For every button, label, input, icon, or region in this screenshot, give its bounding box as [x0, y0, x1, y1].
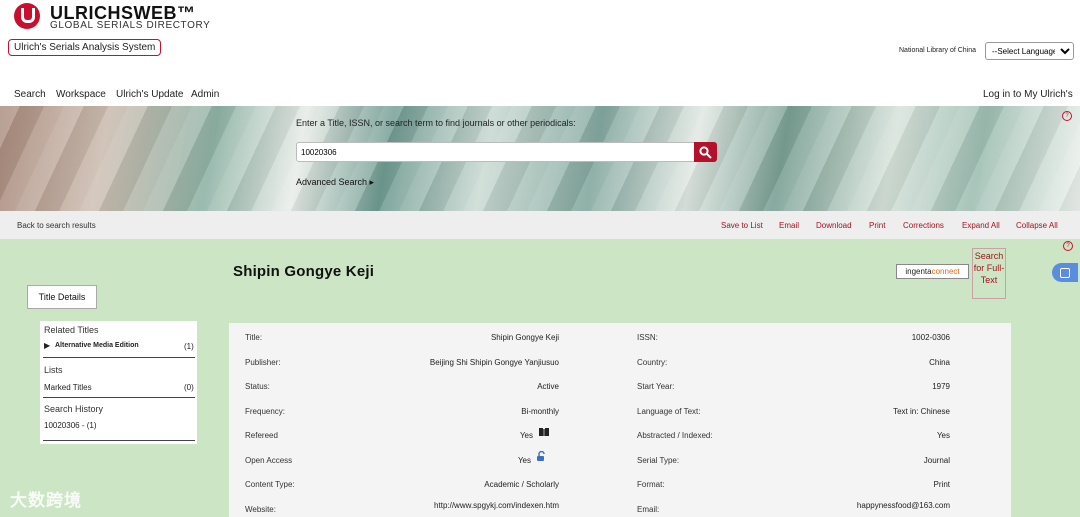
ingenta-text: ingenta — [905, 267, 932, 276]
ulrichsweb-logo-icon[interactable] — [14, 3, 40, 29]
status-value: Active — [537, 382, 559, 391]
language-value: Text in: Chinese — [893, 407, 950, 416]
title-details-area: ? Title Details Related Titles ▶ Alterna… — [0, 239, 1080, 517]
divider — [43, 357, 195, 358]
help-icon[interactable]: ? — [1062, 111, 1072, 121]
format-value: Print — [933, 480, 950, 489]
connect-text: connect — [931, 267, 960, 276]
email-link[interactable]: Email — [779, 221, 799, 230]
search-history-heading: Search History — [44, 404, 104, 414]
website-link[interactable]: http://www.spgykj.com/indexen.htm — [229, 501, 559, 510]
nav-search[interactable]: Search — [14, 89, 46, 100]
save-to-list-link[interactable]: Save to List — [721, 221, 763, 230]
brand-subtitle: GLOBAL SERIALS DIRECTORY — [50, 20, 211, 31]
title-value: Shipin Gongye Keji — [490, 333, 559, 342]
help-icon[interactable]: ? — [1063, 241, 1073, 251]
divider — [43, 440, 195, 441]
search-prompt: Enter a Title, ISSN, or search term to f… — [296, 118, 576, 128]
open-access-value: Yes — [517, 456, 531, 465]
issn-value: 1002-0306 — [911, 333, 950, 342]
alt-media-link[interactable]: Alternative Media Edition — [55, 342, 139, 349]
nav-admin[interactable]: Admin — [191, 89, 219, 100]
title-detail-panel: Title: Shipin Gongye Keji Publisher: Bei… — [229, 323, 1011, 517]
download-link[interactable]: Download — [816, 221, 852, 230]
email-link[interactable]: happynessfood@163.com — [650, 501, 950, 510]
ingenta-connect-logo[interactable]: ingentaconnect — [896, 264, 969, 279]
open-lock-icon — [537, 451, 545, 461]
login-link[interactable]: Log in to My Ulrich's — [983, 89, 1073, 100]
collapse-all-link[interactable]: Collapse All — [1016, 221, 1058, 230]
corrections-link[interactable]: Corrections — [903, 221, 944, 230]
sidebar-panel: Related Titles ▶ Alternative Media Editi… — [40, 321, 197, 444]
advanced-search-link[interactable]: Advanced Search ▸ — [296, 177, 374, 188]
library-name: National Library of China — [899, 47, 977, 54]
system-badge[interactable]: Ulrich's Serials Analysis System — [8, 39, 162, 56]
marked-titles-count: (0) — [184, 383, 194, 392]
back-to-results-link[interactable]: Back to search results — [17, 221, 96, 230]
search-input[interactable] — [296, 142, 699, 162]
marked-titles-link[interactable]: Marked Titles — [44, 383, 92, 392]
country-value: China — [929, 358, 950, 367]
refereed-value: Yes — [519, 431, 533, 440]
search-banner: Enter a Title, ISSN, or search term to f… — [0, 106, 1080, 211]
serial-type-value: Journal — [923, 456, 950, 465]
start-year-value: 1979 — [932, 382, 950, 391]
lists-heading: Lists — [44, 365, 63, 375]
journal-title: Shipin Gongye Keji — [233, 263, 375, 280]
refereed-book-icon — [539, 428, 549, 436]
nav-workspace[interactable]: Workspace — [56, 89, 106, 100]
language-select[interactable]: --Select Language-- — [985, 42, 1074, 60]
publisher-value: Beijing Shi Shipin Gongye Yanjiusuo — [429, 358, 559, 367]
alt-media-count: (1) — [184, 342, 194, 351]
related-titles-heading: Related Titles — [44, 325, 99, 335]
search-full-text-button[interactable]: Search for Full-Text — [972, 248, 1006, 299]
frequency-value: Bi-monthly — [521, 407, 559, 416]
search-button[interactable] — [694, 142, 717, 162]
abstracted-value[interactable]: Yes — [650, 431, 950, 440]
print-link[interactable]: Print — [869, 221, 885, 230]
alt-media-expand-icon[interactable]: ▶ — [44, 341, 50, 350]
search-history-item[interactable]: 10020306 - (1) — [44, 421, 96, 430]
content-type-value: Academic / Scholarly — [484, 480, 559, 489]
watermark-text: 大数跨境 — [10, 491, 82, 510]
expand-all-link[interactable]: Expand All — [962, 221, 1000, 230]
divider — [43, 397, 195, 398]
tab-title-details[interactable]: Title Details — [27, 285, 97, 309]
search-icon — [699, 146, 712, 159]
results-toolbar: Back to search results Save to List Emai… — [0, 211, 1080, 239]
translate-icon[interactable] — [1052, 263, 1078, 282]
nav-ulrichs-update[interactable]: Ulrich's Update — [116, 89, 184, 100]
